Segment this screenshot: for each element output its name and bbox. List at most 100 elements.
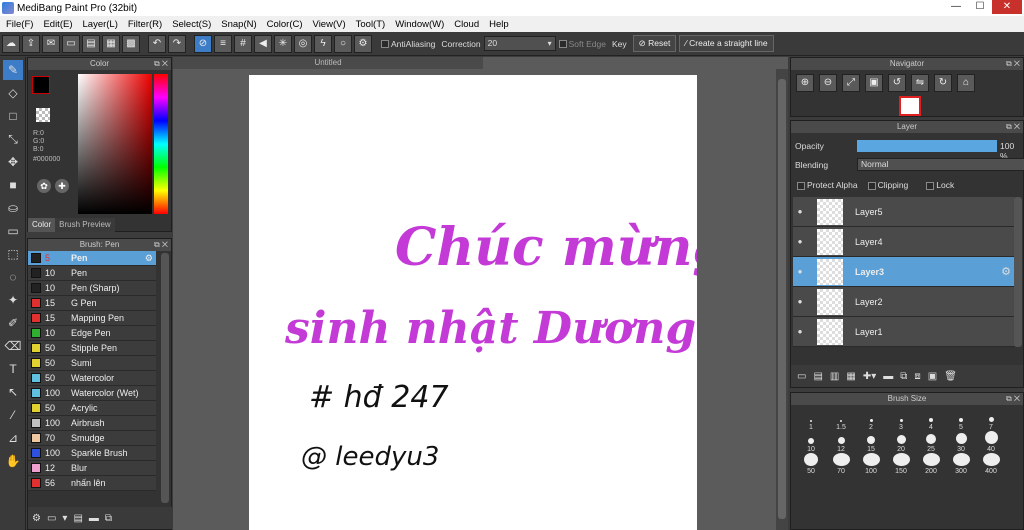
visibility-icon[interactable]: ● [793,207,807,216]
panel-close-icon[interactable]: ⧉ ✕ [1006,121,1020,133]
brush-size-option[interactable]: 1.5 [826,409,856,431]
new-halftone-layer-icon[interactable]: ▤ [813,371,822,382]
brush-settings-gear-icon[interactable]: ⚙ [145,253,153,264]
brush-size-option[interactable]: 5 [946,409,976,431]
brush-size-option[interactable]: 200 [916,453,946,475]
brush-size-option[interactable]: 150 [886,453,916,475]
new-8bit-layer-icon[interactable]: ▥ [830,371,839,382]
brush-row[interactable]: 5 Pen ⚙ [28,251,156,266]
hue-slider[interactable] [154,74,168,214]
grid-snap-icon[interactable]: # [234,34,252,53]
lasso-tool-icon[interactable]: ◌ [3,267,23,287]
brush-size-option[interactable]: 50 [796,453,826,475]
layer-row[interactable]: ● Layer3 ⚙ [793,257,1015,287]
select-tool-icon[interactable]: ⬚ [3,244,23,264]
menu-cloud[interactable]: Cloud [448,19,483,30]
menu-view[interactable]: View(V) [307,19,350,30]
zoom-in-icon[interactable]: ⊕ [796,74,814,92]
brush-size-option[interactable]: 20 [886,431,916,453]
layer-list-scrollbar[interactable] [1014,197,1022,347]
zoom-out-icon[interactable]: ⊖ [819,74,837,92]
brush-row[interactable]: 10 Pen (Sharp) [28,281,156,296]
hand-tool-icon[interactable]: ✋ [3,451,23,471]
visibility-icon[interactable]: ● [793,267,807,276]
palette-add-icon[interactable]: ✚ [55,179,69,193]
brush-size-option[interactable]: 2 [856,409,886,431]
brush-duplicate-icon[interactable]: ⧉ [105,513,112,524]
tab-brush-preview[interactable]: Brush Preview [55,218,115,232]
rotate-right-icon[interactable]: ↻ [934,74,952,92]
flip-icon[interactable]: ⇋ [911,74,929,92]
brush-size-option[interactable]: 40 [976,431,1006,453]
menu-tool[interactable]: Tool(T) [350,19,390,30]
bucket-tool-icon[interactable]: ⛀ [3,198,23,218]
redo-icon[interactable]: ↷ [168,34,186,53]
brush-row[interactable]: 10 Pen [28,266,156,281]
visibility-icon[interactable]: ● [793,327,807,336]
tab-color[interactable]: Color [28,218,56,232]
eyedropper-tool-icon[interactable]: ⊿ [3,428,23,448]
add-layer-menu-icon[interactable]: ✚▾ [863,371,876,382]
brush-size-option[interactable]: 100 [856,453,886,475]
concentric-snap-icon[interactable]: ◎ [294,34,312,53]
radial-snap-icon[interactable]: ✳ [274,34,292,53]
brush-size-option[interactable]: 70 [826,453,856,475]
brush-size-option[interactable]: 7 [976,409,1006,431]
brush-row[interactable]: 50 Watercolor [28,371,156,386]
divide-tool-icon[interactable]: ⁄ [3,405,23,425]
upload-icon[interactable]: ⇪ [22,34,40,53]
dot-tool-icon[interactable]: □ [3,106,23,126]
correction-select[interactable]: 20 [483,36,556,51]
cloud-icon[interactable]: ☁ [2,34,20,53]
add-brush-icon[interactable]: ▭ [47,513,56,524]
brush-row[interactable]: 70 Smudge [28,431,156,446]
foreground-color-swatch[interactable] [32,76,50,94]
menu-layer[interactable]: Layer(L) [77,19,122,30]
panel-close-icon[interactable]: ⧉ ✕ [1006,393,1020,405]
snap-settings-icon[interactable]: ⚙ [354,34,372,53]
layer-row[interactable]: ● Layer1 [793,317,1015,347]
brush-row[interactable]: 56 nhấn lên [28,476,156,491]
brush-size-option[interactable]: 3 [886,409,916,431]
comment-icon[interactable]: ✉ [42,34,60,53]
circle-snap-icon[interactable]: ○ [334,34,352,53]
menu-file[interactable]: File(F) [0,19,37,30]
move-tool-icon[interactable]: ✥ [3,152,23,172]
brush-size-option[interactable]: 30 [946,431,976,453]
layer-folder-icon[interactable]: ▬ [883,371,893,382]
canvas-vertical-scrollbar[interactable] [776,69,788,530]
fit-window-icon[interactable]: ⤢ [842,74,860,92]
vanishing-snap-icon[interactable]: ◀ [254,34,272,53]
new-page-icon[interactable]: ▭ [62,34,80,53]
opacity-slider[interactable] [857,140,997,152]
rotate-left-icon[interactable]: ↺ [888,74,906,92]
page-list-icon[interactable]: ▦ [102,34,120,53]
select-eraser-tool-icon[interactable]: ⌫ [3,336,23,356]
brush-size-option[interactable]: 15 [856,431,886,453]
brush-row[interactable]: 100 Airbrush [28,416,156,431]
select-pen-tool-icon[interactable]: ✐ [3,313,23,333]
page-settings-icon[interactable]: ▤ [82,34,100,53]
reset-view-icon[interactable]: ⌂ [957,74,975,92]
visibility-icon[interactable]: ● [793,297,807,306]
panel-close-icon[interactable]: ⧉ ✕ [154,239,168,251]
maximize-button[interactable]: ☐ [968,0,992,14]
brush-row[interactable]: 15 G Pen [28,296,156,311]
brush-row[interactable]: 100 Watercolor (Wet) [28,386,156,401]
duplicate-layer-icon[interactable]: ⧉ [900,371,907,382]
snap-off-icon[interactable]: ⊘ [194,34,212,53]
brush-row[interactable]: 50 Acrylic [28,401,156,416]
menu-color[interactable]: Color(C) [261,19,307,30]
brush-size-option[interactable]: 10 [796,431,826,453]
brush-size-option[interactable]: 12 [826,431,856,453]
new-1bit-layer-icon[interactable]: ▦ [846,371,855,382]
blending-select[interactable]: Normal [857,158,1024,171]
brush-size-option[interactable]: 25 [916,431,946,453]
navigator-thumbnail[interactable] [899,96,921,116]
soft-edge-checkbox[interactable]: Soft Edge [558,39,606,49]
delete-layer-icon[interactable]: 🗑 [944,371,957,382]
brush-row[interactable]: 10 Edge Pen [28,326,156,341]
undo-icon[interactable]: ↶ [148,34,166,53]
close-button[interactable]: ✕ [992,0,1022,14]
layer-row[interactable]: ● Layer2 [793,287,1015,317]
